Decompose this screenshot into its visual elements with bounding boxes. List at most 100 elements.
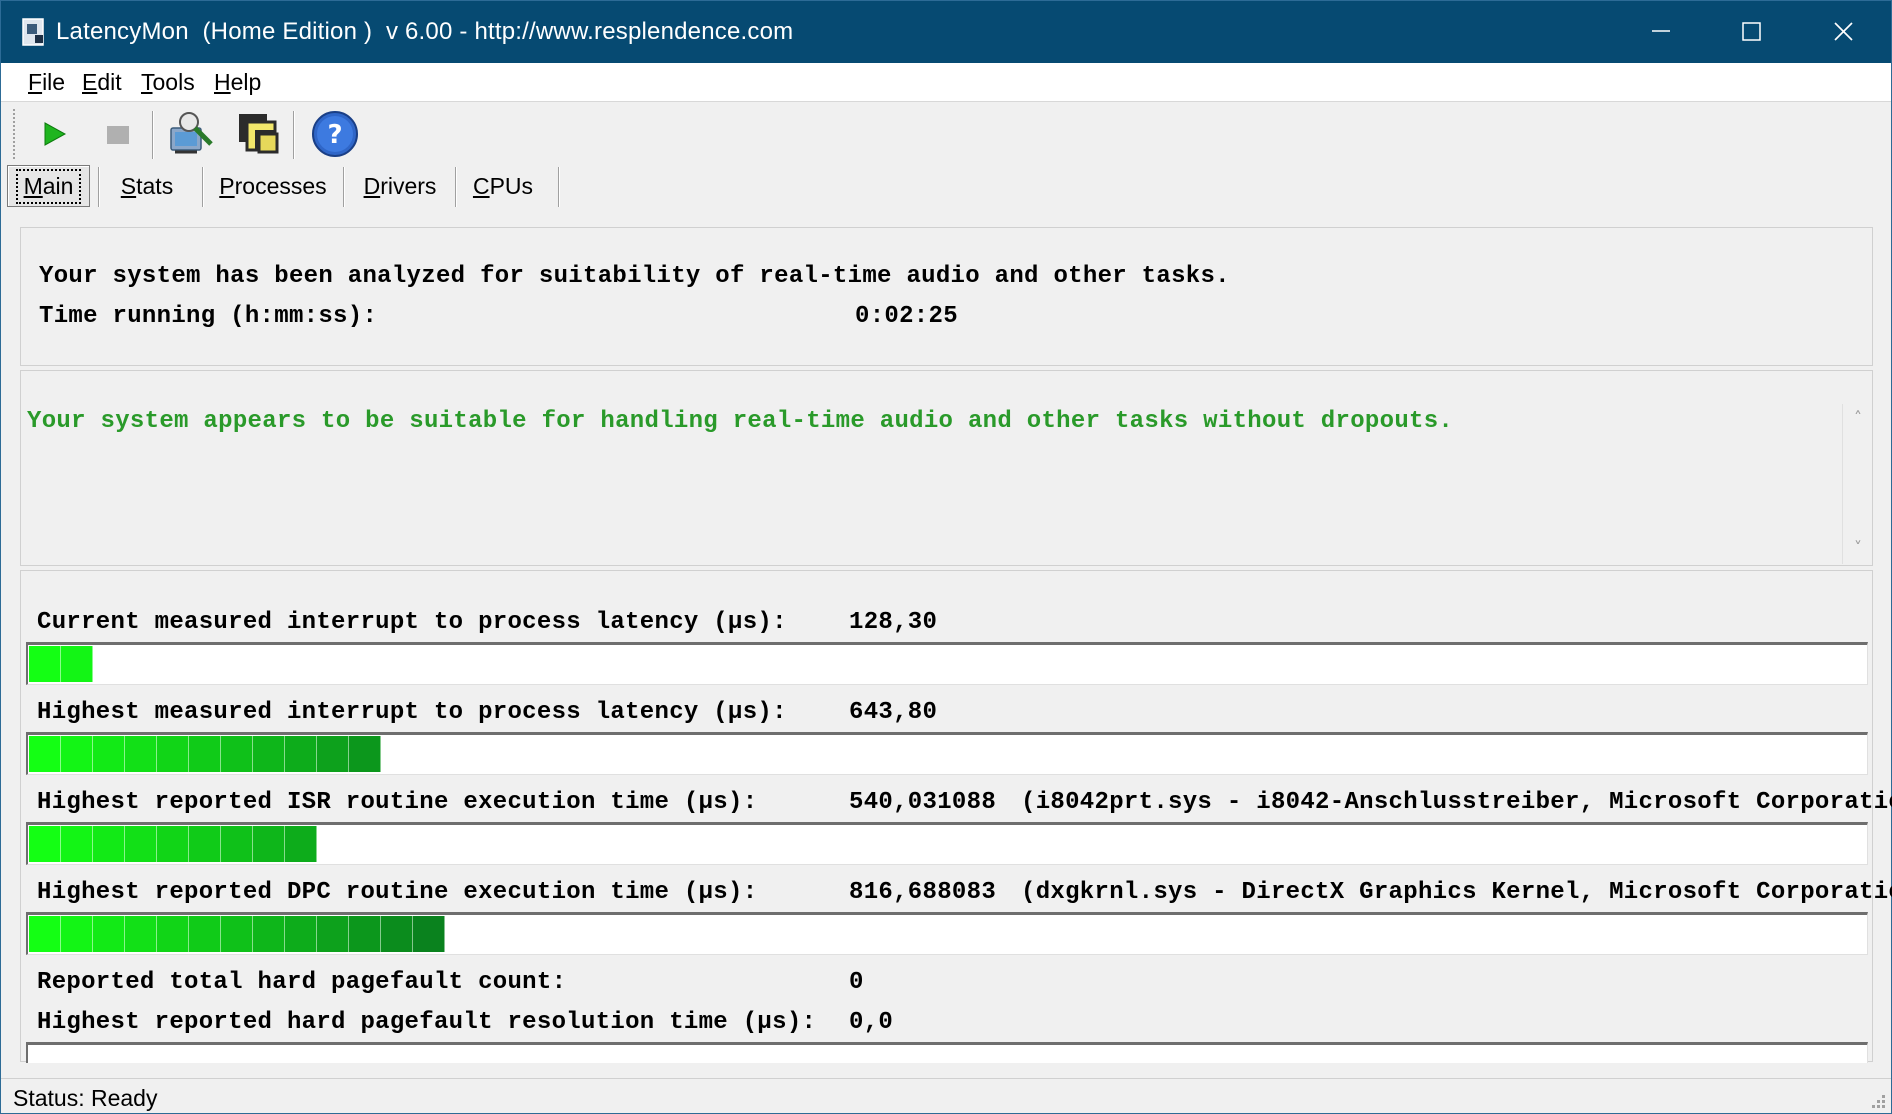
meter-segment xyxy=(221,826,253,862)
meter-segment xyxy=(317,736,349,772)
meter-segment xyxy=(125,916,157,952)
meter-segment xyxy=(285,826,317,862)
start-button[interactable] xyxy=(26,107,82,161)
menu-file[interactable]: File xyxy=(28,69,65,96)
meter-segments xyxy=(29,826,317,862)
tab-main[interactable]: Main xyxy=(7,165,90,207)
current-latency-bar xyxy=(26,642,1868,685)
svg-text:?: ? xyxy=(327,120,342,150)
meter-segment xyxy=(157,916,189,952)
meter-segment xyxy=(189,826,221,862)
tab-separator xyxy=(202,167,204,207)
isr-time-bar xyxy=(26,822,1868,865)
time-running-label: Time running (h:mm:ss): xyxy=(39,303,378,330)
tab-main-label: Main xyxy=(15,168,82,204)
toolbar-separator xyxy=(293,111,295,159)
tab-drivers-label: Drivers xyxy=(363,172,437,199)
toolbar-grip[interactable] xyxy=(13,109,16,159)
windows-button[interactable] xyxy=(231,107,287,161)
metric-label: Highest reported ISR routine execution t… xyxy=(37,789,758,816)
meter-segment xyxy=(349,736,381,772)
tab-cpus-label: CPUs xyxy=(472,172,534,199)
close-button[interactable] xyxy=(1798,1,1890,63)
menu-help[interactable]: Help xyxy=(214,69,261,96)
meter-segment xyxy=(285,736,317,772)
tab-separator xyxy=(343,167,345,207)
menu-edit[interactable]: Edit xyxy=(82,69,122,96)
meter-segment xyxy=(285,916,317,952)
tab-separator xyxy=(558,167,560,207)
dpc-time-bar xyxy=(26,912,1868,955)
meter-segment xyxy=(157,736,189,772)
minimize-icon xyxy=(1652,30,1670,32)
close-icon xyxy=(1834,22,1853,41)
play-icon xyxy=(44,122,67,146)
tab-bar: Main Stats Processes Drivers CPUs xyxy=(1,165,1891,209)
time-running-value: 0:02:25 xyxy=(855,303,958,330)
meter-segment xyxy=(61,916,93,952)
pagefault-resolution-label: Highest reported hard pagefault resoluti… xyxy=(37,1009,817,1036)
meter-segment xyxy=(29,826,61,862)
tab-cpus[interactable]: CPUs xyxy=(463,165,543,207)
toolbar-separator xyxy=(152,111,154,159)
meter-segments xyxy=(29,916,445,952)
meter-segments xyxy=(29,736,381,772)
meter-segment xyxy=(29,646,61,682)
stop-button[interactable] xyxy=(89,107,145,161)
metric-label: Highest reported DPC routine execution t… xyxy=(37,879,758,906)
meter-segment xyxy=(413,916,445,952)
pagefault-resolution-value: 0,0 xyxy=(849,1009,894,1036)
meter-segment xyxy=(93,916,125,952)
tab-processes-label: Processes xyxy=(219,172,327,199)
metric-label: Highest measured interrupt to process la… xyxy=(37,699,787,726)
tab-stats[interactable]: Stats xyxy=(105,165,189,207)
windows-icon xyxy=(239,114,279,154)
tab-drivers[interactable]: Drivers xyxy=(351,165,449,207)
meter-segment xyxy=(253,916,285,952)
metric-value: 128,30 xyxy=(849,609,938,636)
meter-segment xyxy=(61,646,93,682)
help-button[interactable]: ? xyxy=(307,107,363,161)
scroll-down-icon[interactable]: ˅ xyxy=(1850,540,1866,556)
meter-segment xyxy=(317,916,349,952)
help-icon: ? xyxy=(312,111,358,157)
metric-detail: (dxgkrnl.sys - DirectX Graphics Kernel, … xyxy=(1021,879,1892,906)
analyze-button[interactable] xyxy=(165,107,221,161)
meter-segment xyxy=(189,916,221,952)
latencymon-window: LatencyMon (Home Edition ) v 6.00 - http… xyxy=(0,0,1892,1114)
maximize-button[interactable] xyxy=(1705,1,1797,63)
meter-segments xyxy=(29,646,93,682)
meter-segment xyxy=(253,826,285,862)
summary-panel: Your system has been analyzed for suitab… xyxy=(20,227,1873,366)
window-title: LatencyMon (Home Edition ) v 6.00 - http… xyxy=(56,18,794,45)
pagefault-count-label: Reported total hard pagefault count: xyxy=(37,969,567,996)
verdict-scrollbar[interactable]: ˄ ˅ xyxy=(1842,404,1872,564)
verdict-text: Your system appears to be suitable for h… xyxy=(27,408,1454,435)
status-bar: Status: Ready xyxy=(1,1078,1891,1114)
analyzed-text: Your system has been analyzed for suitab… xyxy=(39,263,1230,290)
metrics-panel: Current measured interrupt to process la… xyxy=(20,570,1892,1063)
stop-icon xyxy=(107,126,129,144)
meter-segment xyxy=(61,826,93,862)
meter-segment xyxy=(349,916,381,952)
title-bar[interactable]: LatencyMon (Home Edition ) v 6.00 - http… xyxy=(1,1,1891,63)
minimize-button[interactable] xyxy=(1615,1,1707,63)
pagefault-bar xyxy=(26,1042,1868,1063)
toolbar: ? xyxy=(1,103,1891,163)
meter-segment xyxy=(221,736,253,772)
meter-segment xyxy=(125,826,157,862)
meter-segment xyxy=(253,736,285,772)
tab-processes[interactable]: Processes xyxy=(211,165,335,207)
meter-segment xyxy=(125,736,157,772)
menu-bar: File Edit Tools Help xyxy=(1,63,1891,102)
meter-segment xyxy=(157,826,189,862)
app-icon xyxy=(22,18,44,46)
scroll-up-icon[interactable]: ˄ xyxy=(1850,410,1866,426)
resize-grip-icon[interactable] xyxy=(1867,1090,1887,1110)
tab-separator xyxy=(98,167,100,207)
metric-value: 540,031088 xyxy=(849,789,997,816)
tab-stats-label: Stats xyxy=(120,172,174,199)
maximize-icon xyxy=(1742,22,1761,41)
menu-tools[interactable]: Tools xyxy=(141,69,195,96)
analyze-icon xyxy=(170,112,213,154)
